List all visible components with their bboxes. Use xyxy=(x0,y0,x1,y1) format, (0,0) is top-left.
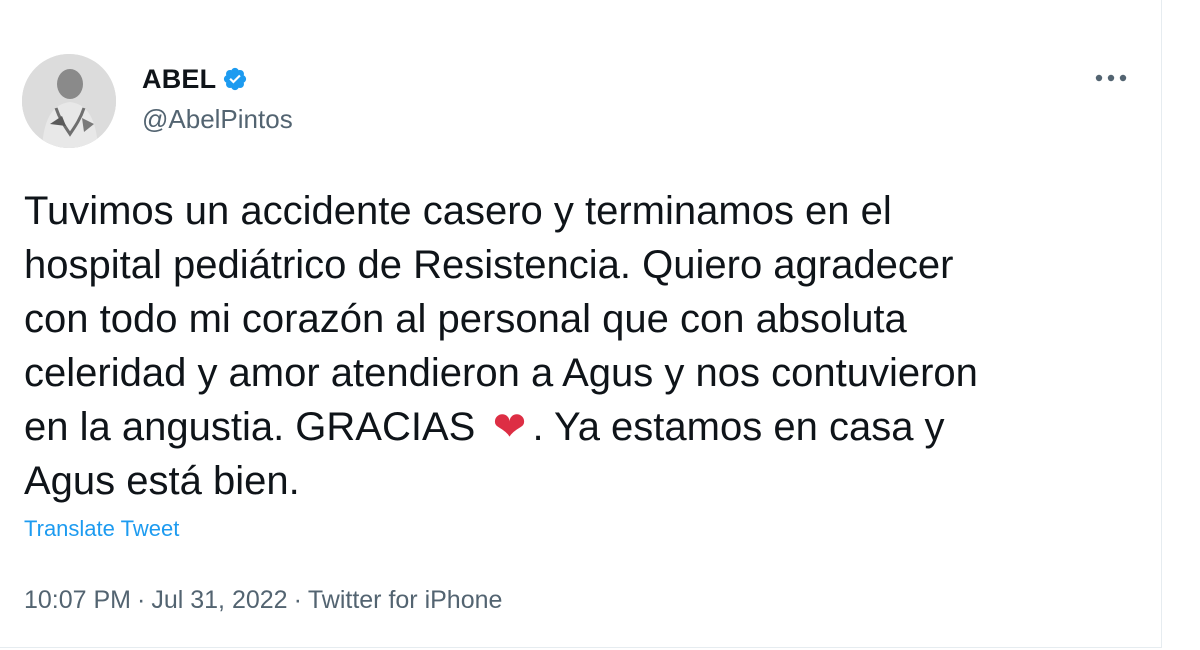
tweet-text-line: hospital pediátrico de Resistencia. Quie… xyxy=(24,243,954,287)
verified-badge-icon xyxy=(222,66,248,92)
author-handle[interactable]: @AbelPintos xyxy=(142,102,293,136)
translate-tweet-link[interactable]: Translate Tweet xyxy=(24,514,179,544)
avatar[interactable] xyxy=(22,54,116,148)
tweet-text-line: celeridad y amor atendieron a Agus y nos… xyxy=(24,351,978,395)
author-name-row[interactable]: ABEL xyxy=(142,62,248,96)
tweet-text-line: Agus está bien. xyxy=(24,459,300,503)
tweet-card: ABEL @AbelPintos Tuvimos un accidente ca… xyxy=(0,0,1162,648)
tweet-text-line: con todo mi corazón al personal que con … xyxy=(24,297,907,341)
heart-emoji: ❤ xyxy=(492,405,527,449)
more-options-button[interactable] xyxy=(1089,62,1133,94)
more-options-icon xyxy=(1095,74,1127,82)
tweet-metadata: 10:07 PM · Jul 31, 2022 · Twitter for iPhone xyxy=(24,584,502,616)
tweet-text-segment: en la angustia. GRACIAS xyxy=(24,405,476,449)
tweet-text-segment: . Ya estamos en casa y xyxy=(532,405,945,449)
meta-separator: · xyxy=(293,586,302,614)
tweet-text: Tuvimos un accidente casero y terminamos… xyxy=(24,184,1134,508)
tweet-text-line: en la angustia. GRACIAS ❤. Ya estamos en… xyxy=(24,400,1134,454)
tweet-text-line: Tuvimos un accidente casero y terminamos… xyxy=(24,189,892,233)
tweet-time[interactable]: 10:07 PM xyxy=(24,586,131,614)
meta-separator: · xyxy=(137,586,146,614)
tweet-source[interactable]: Twitter for iPhone xyxy=(308,586,503,614)
author-display-name[interactable]: ABEL xyxy=(142,62,216,96)
profile-photo xyxy=(22,54,116,148)
tweet-date[interactable]: Jul 31, 2022 xyxy=(151,586,287,614)
